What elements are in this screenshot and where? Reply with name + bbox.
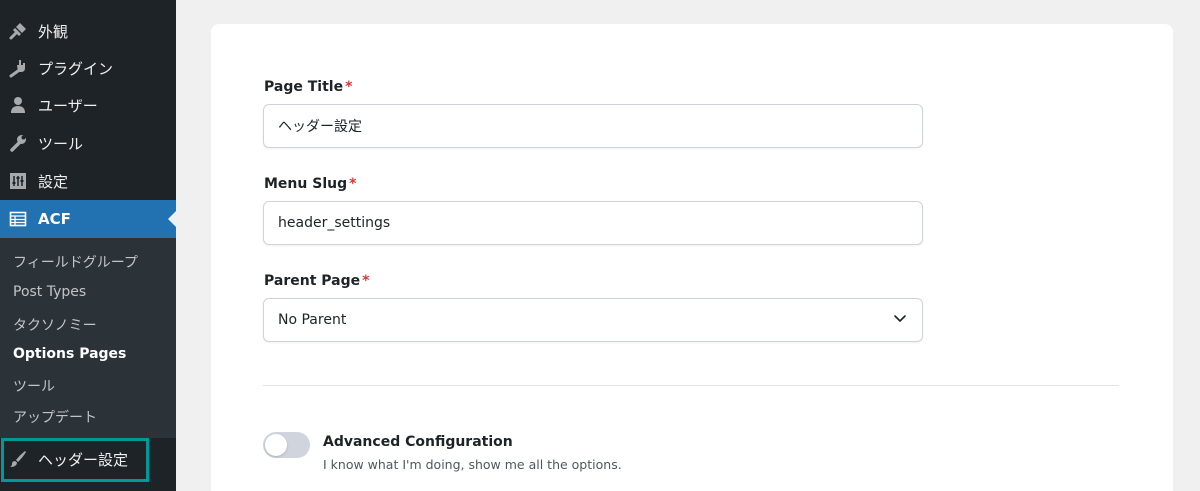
highlight-box [1,438,149,482]
advanced-configuration-description: I know what I'm doing, show me all the o… [323,457,622,472]
menu-item-label: ACF [38,210,71,228]
acf-submenu: フィールドグループ Post Types タクソノミー Options Page… [0,238,176,438]
menu-item-label: ツール [38,134,84,153]
parent-page-value: No Parent [278,312,347,328]
parent-page-label: Parent Page * [264,273,369,289]
menu-item-label: 外観 [38,22,69,41]
toggle-knob [265,434,287,456]
page-title-value: ヘッダー設定 [278,119,362,135]
submenu-item-tools[interactable]: ツール [13,376,55,396]
advanced-configuration-title: Advanced Configuration [323,434,513,450]
submenu-item-options-pages[interactable]: Options Pages [13,346,126,362]
menu-item-appearance[interactable]: 外観 [0,12,176,50]
page-title-label-text: Page Title [264,79,344,95]
menu-item-label: プラグイン [38,59,114,78]
menu-item-settings[interactable]: 設定 [0,162,176,200]
wrench-icon [0,133,38,153]
menu-item-acf[interactable]: ACF [0,200,176,238]
menu-slug-value: header_settings [278,215,391,231]
submenu-item-taxonomies[interactable]: タクソノミー [13,315,97,335]
admin-sidebar: 外観 プラグイン ユーザー ツール 設定 ACF フィールドグループ Post … [0,0,176,491]
menu-item-plugins[interactable]: プラグイン [0,49,176,87]
divider [263,385,1119,386]
submenu-item-field-groups[interactable]: フィールドグループ [13,252,138,272]
parent-page-select[interactable]: No Parent [263,298,923,342]
submenu-item-updates[interactable]: アップデート [13,407,97,427]
menu-slug-label: Menu Slug * [264,176,356,192]
menu-item-label: ユーザー [38,96,98,115]
parent-page-label-text: Parent Page [264,273,361,289]
advanced-configuration-toggle[interactable] [263,432,310,458]
menu-item-label: 設定 [38,172,69,191]
required-marker: * [349,176,357,192]
required-marker: * [345,79,353,95]
options-page-form: Page Title * ヘッダー設定 Menu Slug * header_set… [211,24,1173,491]
menu-slug-label-text: Menu Slug [264,176,348,192]
paintbrush-pin-icon [0,21,38,41]
acf-grid-icon [0,209,38,229]
user-icon [0,95,38,115]
chevron-down-icon [892,310,908,330]
submenu-item-post-types[interactable]: Post Types [13,284,86,300]
plug-icon [0,58,38,78]
page-title-input[interactable]: ヘッダー設定 [263,104,923,148]
menu-item-tools[interactable]: ツール [0,124,176,162]
menu-item-users[interactable]: ユーザー [0,86,176,124]
required-marker: * [362,273,370,289]
page-title-label: Page Title * [264,79,352,95]
menu-slug-input[interactable]: header_settings [263,201,923,245]
settings-sliders-icon [0,171,38,191]
